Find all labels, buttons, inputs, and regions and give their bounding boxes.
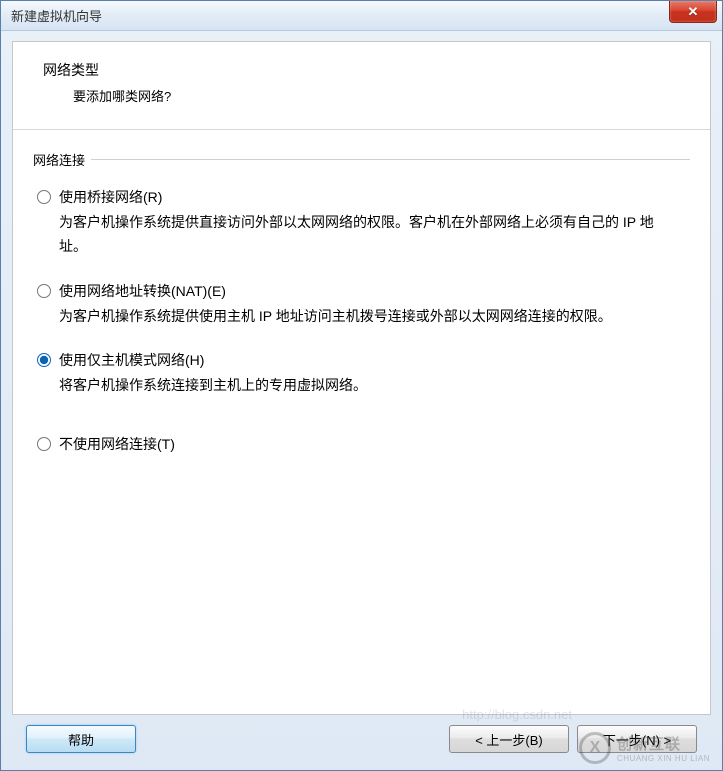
radio-hostonly[interactable] [37, 353, 51, 367]
fieldset-header: 网络连接 [33, 150, 690, 169]
fieldset-rule [91, 159, 690, 160]
radio-label-hostonly: 使用仅主机模式网络(H) [59, 350, 204, 370]
radio-item-nat: 使用网络地址转换(NAT)(E) 为客户机操作系统提供使用主机 IP 地址访问主… [37, 281, 686, 329]
radio-none[interactable] [37, 437, 51, 451]
radio-desc-hostonly: 将客户机操作系统连接到主机上的专用虚拟网络。 [37, 374, 686, 398]
close-icon: ✕ [688, 4, 699, 20]
radio-desc-bridged: 为客户机操作系统提供直接访问外部以太网网络的权限。客户机在外部网络上必须有自己的… [37, 211, 686, 259]
radio-item-bridged: 使用桥接网络(R) 为客户机操作系统提供直接访问外部以太网网络的权限。客户机在外… [37, 187, 686, 259]
page-title: 网络类型 [43, 60, 680, 80]
wizard-header: 网络类型 要添加哪类网络? [13, 42, 710, 130]
fieldset-legend: 网络连接 [33, 150, 91, 169]
radio-label-nat: 使用网络地址转换(NAT)(E) [59, 281, 226, 301]
content-panel: 网络类型 要添加哪类网络? 网络连接 使用桥接网络(R) 为客户机操作系统提供直… [12, 41, 711, 715]
radio-desc-nat: 为客户机操作系统提供使用主机 IP 地址访问主机拨号连接或外部以太网网络连接的权… [37, 305, 686, 329]
radio-label-none: 不使用网络连接(T) [59, 434, 175, 454]
radio-row-nat[interactable]: 使用网络地址转换(NAT)(E) [37, 281, 686, 301]
radio-row-none[interactable]: 不使用网络连接(T) [37, 434, 686, 454]
wizard-window: 新建虚拟机向导 ✕ 网络类型 要添加哪类网络? 网络连接 使用桥接网络(R) 为… [0, 0, 723, 771]
button-bar: 帮助 < 上一步(B) 下一步(N) > [12, 720, 711, 758]
radio-item-hostonly: 使用仅主机模式网络(H) 将客户机操作系统连接到主机上的专用虚拟网络。 [37, 350, 686, 398]
radio-row-hostonly[interactable]: 使用仅主机模式网络(H) [37, 350, 686, 370]
network-radio-group: 使用桥接网络(R) 为客户机操作系统提供直接访问外部以太网网络的权限。客户机在外… [33, 187, 690, 454]
help-button[interactable]: 帮助 [26, 725, 136, 753]
wizard-body: 网络连接 使用桥接网络(R) 为客户机操作系统提供直接访问外部以太网网络的权限。… [13, 130, 710, 486]
close-button[interactable]: ✕ [669, 1, 717, 23]
window-title: 新建虚拟机向导 [11, 6, 102, 25]
radio-item-none: 不使用网络连接(T) [37, 434, 686, 454]
radio-nat[interactable] [37, 284, 51, 298]
back-button[interactable]: < 上一步(B) [449, 725, 569, 753]
radio-label-bridged: 使用桥接网络(R) [59, 187, 162, 207]
titlebar: 新建虚拟机向导 ✕ [1, 1, 722, 31]
radio-row-bridged[interactable]: 使用桥接网络(R) [37, 187, 686, 207]
radio-bridged[interactable] [37, 190, 51, 204]
next-button[interactable]: 下一步(N) > [577, 725, 697, 753]
page-subtitle: 要添加哪类网络? [43, 86, 680, 105]
